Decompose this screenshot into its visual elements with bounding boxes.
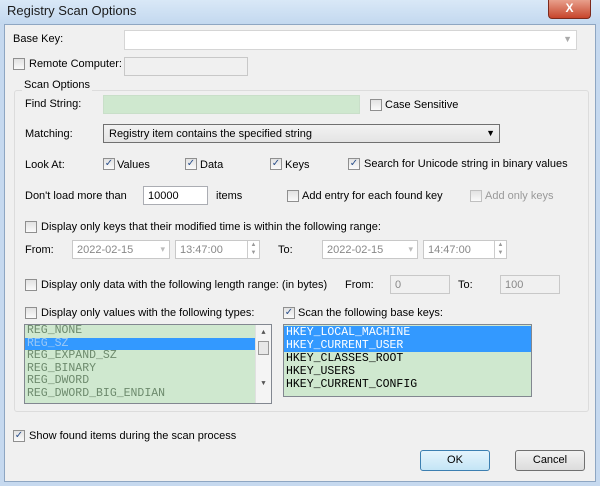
to-date-value: 2022-02-15 bbox=[327, 244, 384, 256]
list-item[interactable]: REG_EXPAND_SZ bbox=[25, 349, 271, 363]
chevron-down-icon: ▼ bbox=[563, 34, 572, 44]
spinner-icon[interactable]: ▲ ▼ bbox=[494, 241, 506, 258]
to-date-picker[interactable]: 2022-02-15 ▾ bbox=[322, 240, 418, 259]
close-button[interactable]: X bbox=[548, 0, 591, 19]
spinner-icon[interactable]: ▲ ▼ bbox=[247, 241, 259, 258]
to-time-picker[interactable]: 14:47:00 ▲ ▼ bbox=[423, 240, 507, 259]
base-key-combo[interactable]: ▼ bbox=[124, 30, 577, 50]
items-label: items bbox=[216, 190, 243, 202]
modified-time-checkbox[interactable] bbox=[25, 221, 37, 233]
scrollbar-thumb[interactable] bbox=[258, 341, 269, 355]
length-range-label: Display only data with the following len… bbox=[41, 279, 328, 291]
matching-label: Matching: bbox=[25, 128, 73, 140]
look-at-label: Look At: bbox=[25, 159, 65, 171]
from-date-picker[interactable]: 2022-02-15 ▾ bbox=[72, 240, 170, 259]
to-label: To: bbox=[278, 244, 293, 256]
scan-options-label: Scan Options bbox=[22, 79, 93, 91]
base-keys-checkbox[interactable]: ✓ bbox=[283, 307, 295, 319]
list-item[interactable]: HKEY_CLASSES_ROOT bbox=[284, 352, 531, 365]
add-only-keys-checkbox[interactable] bbox=[470, 190, 482, 202]
matching-select[interactable]: Registry item contains the specified str… bbox=[103, 124, 500, 143]
modified-time-label: Display only keys that their modified ti… bbox=[41, 221, 381, 233]
length-to-label: To: bbox=[458, 279, 473, 291]
list-item[interactable]: HKEY_CURRENT_USER bbox=[284, 339, 531, 352]
base-keys-label: Scan the following base keys: bbox=[298, 307, 443, 319]
list-item[interactable]: REG_DWORD bbox=[25, 374, 271, 388]
from-date-value: 2022-02-15 bbox=[77, 244, 134, 256]
list-item[interactable]: REG_NONE bbox=[25, 325, 271, 338]
show-found-checkbox[interactable]: ✓ bbox=[13, 430, 25, 442]
scrollbar[interactable]: ▲ ▼ bbox=[255, 325, 271, 403]
add-entry-checkbox[interactable] bbox=[287, 190, 299, 202]
length-range-checkbox[interactable] bbox=[25, 279, 37, 291]
limit-label: Don't load more than bbox=[25, 190, 127, 202]
base-keys-list[interactable]: HKEY_LOCAL_MACHINE HKEY_CURRENT_USER HKE… bbox=[283, 324, 532, 397]
unicode-label: Search for Unicode string in binary valu… bbox=[364, 158, 568, 170]
show-found-label: Show found items during the scan process bbox=[29, 430, 237, 442]
add-entry-label: Add entry for each found key bbox=[302, 190, 443, 202]
limit-input[interactable]: 10000 bbox=[143, 186, 208, 205]
add-only-keys-label: Add only keys bbox=[485, 190, 554, 202]
keys-checkbox[interactable]: ✓ bbox=[270, 158, 282, 170]
list-item[interactable]: HKEY_USERS bbox=[284, 365, 531, 378]
from-label: From: bbox=[25, 244, 54, 256]
remote-computer-checkbox[interactable] bbox=[13, 58, 25, 70]
from-time-picker[interactable]: 13:47:00 ▲ ▼ bbox=[175, 240, 260, 259]
data-checkbox[interactable]: ✓ bbox=[185, 158, 197, 170]
remote-computer-label: Remote Computer: bbox=[29, 58, 122, 70]
from-time-value: 13:47:00 bbox=[180, 244, 223, 256]
scroll-down-icon[interactable]: ▼ bbox=[256, 380, 271, 388]
value-types-checkbox[interactable] bbox=[25, 307, 37, 319]
length-from-label: From: bbox=[345, 279, 374, 291]
ok-button[interactable]: OK bbox=[420, 450, 490, 471]
to-time-value: 14:47:00 bbox=[428, 244, 471, 256]
value-types-label: Display only values with the following t… bbox=[41, 307, 255, 319]
values-checkbox[interactable]: ✓ bbox=[103, 158, 115, 170]
case-sensitive-label: Case Sensitive bbox=[385, 99, 459, 111]
value-types-list[interactable]: REG_NONE REG_SZ REG_EXPAND_SZ REG_BINARY… bbox=[24, 324, 272, 404]
length-from-input[interactable]: 0 bbox=[390, 275, 450, 294]
base-key-label: Base Key: bbox=[13, 33, 64, 45]
list-item[interactable]: REG_DWORD_BIG_ENDIAN bbox=[25, 387, 271, 401]
length-to-input[interactable]: 100 bbox=[500, 275, 560, 294]
values-label: Values bbox=[117, 159, 150, 171]
list-item[interactable]: HKEY_LOCAL_MACHINE bbox=[284, 326, 531, 339]
data-label: Data bbox=[200, 159, 224, 171]
list-item[interactable]: HKEY_CURRENT_CONFIG bbox=[284, 378, 531, 391]
matching-value: Registry item contains the specified str… bbox=[109, 128, 312, 140]
unicode-checkbox[interactable]: ✓ bbox=[348, 158, 360, 170]
cancel-button[interactable]: Cancel bbox=[515, 450, 585, 471]
find-string-input[interactable] bbox=[103, 95, 360, 114]
chevron-down-icon: ▼ bbox=[486, 128, 495, 138]
remote-computer-input[interactable] bbox=[124, 57, 248, 76]
window-title: Registry Scan Options bbox=[7, 3, 137, 18]
keys-label: Keys bbox=[285, 159, 310, 171]
calendar-dropdown-icon: ▾ bbox=[408, 244, 413, 254]
scroll-up-icon[interactable]: ▲ bbox=[256, 329, 271, 337]
calendar-dropdown-icon: ▾ bbox=[160, 244, 165, 254]
find-string-label: Find String: bbox=[25, 98, 82, 110]
case-sensitive-checkbox[interactable] bbox=[370, 99, 382, 111]
